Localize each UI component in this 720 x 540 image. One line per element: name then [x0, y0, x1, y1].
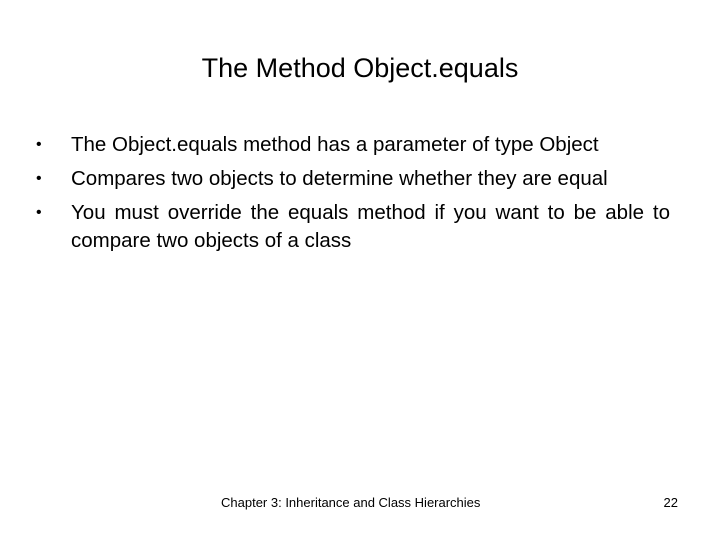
- bullet-item: • The Object.equals method has a paramet…: [36, 131, 670, 159]
- bullet-dot-icon: •: [36, 204, 42, 221]
- slide-title: The Method Object.equals: [201, 53, 519, 83]
- slide-footer: Chapter 3: Inheritance and Class Hierarc…: [221, 495, 481, 510]
- bullet-dot-icon: •: [36, 136, 42, 153]
- slide: The Method Object.equals • The Object.eq…: [0, 0, 720, 540]
- bullet-text: You must override the equals method if y…: [71, 201, 670, 252]
- bullet-item: • You must override the equals method if…: [36, 199, 670, 255]
- page-number: 22: [663, 495, 678, 510]
- bullet-text: The Object.equals method has a parameter…: [71, 133, 599, 156]
- bullet-dot-icon: •: [36, 170, 42, 187]
- bullet-item: • Compares two objects to determine whet…: [36, 165, 670, 193]
- bullet-list: • The Object.equals method has a paramet…: [36, 131, 670, 261]
- bullet-text: Compares two objects to determine whethe…: [71, 167, 608, 190]
